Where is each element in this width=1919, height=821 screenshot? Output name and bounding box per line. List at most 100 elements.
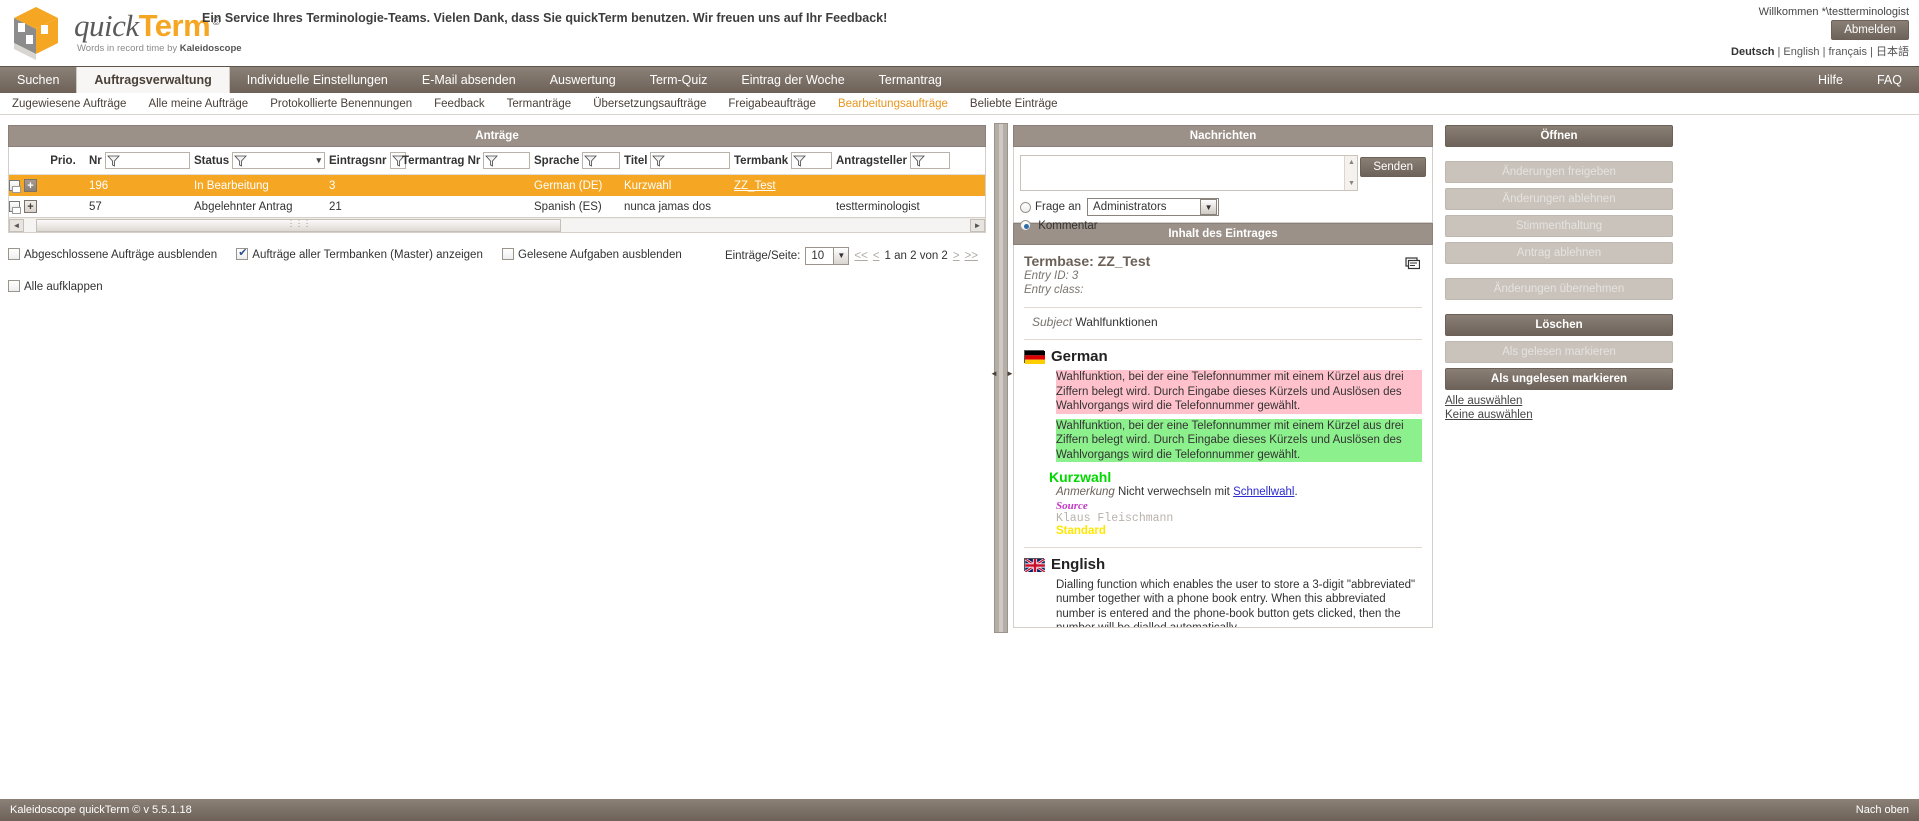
expand-plus-icon[interactable]: + xyxy=(24,179,37,192)
scrollbar-thumb[interactable] xyxy=(36,218,561,232)
save-icon[interactable] xyxy=(9,201,21,214)
cell-titel: nunca jamas dos xyxy=(624,196,734,217)
radio-frage-an[interactable] xyxy=(1020,201,1031,213)
note-link-german[interactable]: Schnellwahl xyxy=(1233,486,1294,498)
kommentar-row[interactable]: Kommentar xyxy=(1020,220,1426,232)
scrollbar-track[interactable] xyxy=(24,218,970,232)
option-show-all-termbanks[interactable]: Aufträge aller Termbanken (Master) anzei… xyxy=(236,246,486,261)
row-actions[interactable]: +_ xyxy=(9,196,41,217)
scroll-right-arrow-icon[interactable]: ► xyxy=(970,218,985,232)
pager-first[interactable]: << xyxy=(854,250,867,262)
nav-item-auftragsverwaltung[interactable]: Auftragsverwaltung xyxy=(76,67,230,93)
nav-item-term-quiz[interactable]: Term-Quiz xyxy=(633,67,725,93)
chevron-down-icon[interactable]: ▼ xyxy=(833,248,849,264)
col-termantrag-nr-filter-input[interactable] xyxy=(483,152,530,169)
mark-as-unread-button[interactable]: Als ungelesen markieren xyxy=(1445,368,1673,390)
col-nr-filter-input[interactable] xyxy=(104,152,190,169)
subnav-item-bearbeitungsauftraege[interactable]: Bearbeitungsaufträge xyxy=(838,98,948,110)
nav-item-faq[interactable]: FAQ xyxy=(1860,67,1919,93)
service-message: Ein Service Ihres Terminologie-Teams. Vi… xyxy=(202,11,888,25)
splitter-collapse-left-icon[interactable]: ◄ xyxy=(990,369,998,378)
option-hide-read-tasks[interactable]: Gelesene Aufgaben ausblenden xyxy=(502,248,682,261)
col-sprache-filter-input[interactable] xyxy=(582,152,620,169)
termbank-link[interactable]: ZZ_Test xyxy=(734,180,776,192)
select-all-link[interactable]: Alle auswählen xyxy=(1445,395,1910,407)
row-actions[interactable]: +_ xyxy=(9,174,41,196)
textarea-scrollbar[interactable]: ▲ ▼ xyxy=(1344,156,1357,190)
open-button[interactable]: Öffnen xyxy=(1445,125,1673,147)
footer-back-to-top[interactable]: Nach oben xyxy=(1856,799,1909,821)
col-termantrag-nr-label: Termantrag Nr xyxy=(402,154,481,167)
checkbox-expand-all[interactable] xyxy=(8,280,20,292)
filter-funnel-icon[interactable] xyxy=(485,154,499,167)
scroll-up-arrow-icon[interactable]: ▲ xyxy=(1346,157,1357,168)
language-link-english[interactable]: English xyxy=(1783,46,1819,58)
language-link-deutsch[interactable]: Deutsch xyxy=(1731,46,1774,58)
send-button[interactable]: Senden xyxy=(1360,157,1426,177)
scroll-left-arrow-icon[interactable]: ◄ xyxy=(9,218,24,232)
subnav-item-termantraege[interactable]: Termanträge xyxy=(507,98,572,110)
nav-item-hilfe[interactable]: Hilfe xyxy=(1801,67,1860,93)
option-expand-all[interactable]: Alle aufklappen xyxy=(8,280,103,293)
filter-funnel-icon[interactable] xyxy=(234,154,248,167)
chevron-down-icon[interactable]: ▼ xyxy=(1200,199,1218,215)
filter-funnel-icon[interactable] xyxy=(793,154,807,167)
filter-funnel-icon[interactable] xyxy=(106,154,120,167)
page-size-select[interactable]: 10 ▼ xyxy=(805,247,850,265)
col-antragsteller-filter-input[interactable] xyxy=(909,152,950,169)
select-none-link[interactable]: Keine auswählen xyxy=(1445,409,1910,421)
radio-kommentar[interactable] xyxy=(1020,220,1031,231)
col-status-filter-select[interactable]: ▾ xyxy=(232,152,325,169)
note-text-after-german: . xyxy=(1294,486,1298,498)
pagination[interactable]: Einträge/Seite: 10 ▼ << < 1 an 2 von 2 >… xyxy=(725,247,978,265)
subnav-item-alle-meine-auftraege[interactable]: Alle meine Aufträge xyxy=(148,98,248,110)
comment-note-icon[interactable] xyxy=(1405,257,1421,275)
nav-item-termantrag[interactable]: Termantrag xyxy=(862,67,959,93)
pager-next[interactable]: > xyxy=(953,250,960,262)
col-termbank-filter-input[interactable] xyxy=(791,152,832,169)
delete-button[interactable]: Löschen xyxy=(1445,314,1673,336)
filter-funnel-icon[interactable] xyxy=(652,154,666,167)
nav-item-eintrag-der-woche[interactable]: Eintrag der Woche xyxy=(724,67,861,93)
checkbox-show-all-termbanks[interactable] xyxy=(236,246,249,260)
subnav-item-beliebte-eintraege[interactable]: Beliebte Einträge xyxy=(970,98,1058,110)
subnav-item-zugewiesene-auftraege[interactable]: Zugewiesene Aufträge xyxy=(12,98,126,110)
language-link-japanese[interactable]: 日本語 xyxy=(1876,46,1909,58)
divider xyxy=(1024,307,1422,308)
main-navigation[interactable]: Suchen Auftragsverwaltung Individuelle E… xyxy=(0,66,1919,93)
table-row[interactable]: +_ 57 Abgelehnter Antrag 21 Spanish (ES)… xyxy=(9,196,985,217)
option-hide-completed[interactable]: Abgeschlossene Aufträge ausblenden xyxy=(8,248,220,261)
nav-item-individuelle-einstellungen[interactable]: Individuelle Einstellungen xyxy=(230,67,405,93)
pager-last[interactable]: >> xyxy=(965,250,978,262)
subnav-item-protokollierte-benennungen[interactable]: Protokollierte Benennungen xyxy=(270,98,412,110)
sub-navigation[interactable]: Zugewiesene Aufträge Alle meine Aufträge… xyxy=(0,93,1919,115)
save-icon[interactable] xyxy=(9,180,21,193)
table-row[interactable]: +_ 196 In Bearbeitung 3 German (DE) Kurz… xyxy=(9,174,985,196)
filter-funnel-icon[interactable] xyxy=(912,154,925,167)
grid-horizontal-scrollbar[interactable]: ◄ ► xyxy=(8,218,986,233)
pager-prev[interactable]: < xyxy=(873,250,880,262)
chevron-down-icon[interactable]: ▾ xyxy=(316,155,321,166)
nav-item-email-absenden[interactable]: E-Mail absenden xyxy=(405,67,533,93)
cell-sprache: Spanish (ES) xyxy=(534,196,624,217)
frage-an-row[interactable]: Frage an Administrators ▼ xyxy=(1020,198,1426,216)
message-textarea[interactable]: ▲ ▼ xyxy=(1020,155,1358,191)
pane-splitter[interactable]: ◄ ► xyxy=(990,123,1014,633)
subnav-item-uebersetzungsauftraege[interactable]: Übersetzungsaufträge xyxy=(593,98,706,110)
language-switcher[interactable]: Deutsch | English | français | 日本語 xyxy=(1731,43,1909,59)
scroll-down-arrow-icon[interactable]: ▼ xyxy=(1346,178,1357,189)
nav-item-suchen[interactable]: Suchen xyxy=(0,67,76,93)
checkbox-hide-completed[interactable] xyxy=(8,248,20,260)
subnav-item-freigabeauftraege[interactable]: Freigabeaufträge xyxy=(728,98,816,110)
expand-plus-icon[interactable]: + xyxy=(24,200,37,213)
language-link-francais[interactable]: français xyxy=(1828,46,1867,58)
nav-item-auswertung[interactable]: Auswertung xyxy=(533,67,633,93)
checkbox-hide-read-tasks[interactable] xyxy=(502,248,515,260)
frage-an-select[interactable]: Administrators ▼ xyxy=(1087,198,1220,216)
subnav-item-feedback[interactable]: Feedback xyxy=(434,98,485,110)
cell-termbank[interactable]: ZZ_Test xyxy=(734,174,836,196)
col-titel-filter-input[interactable] xyxy=(650,152,730,169)
back-to-top-link[interactable]: Nach oben xyxy=(1856,804,1909,816)
filter-funnel-icon[interactable] xyxy=(584,154,598,167)
logout-button[interactable]: Abmelden xyxy=(1831,20,1909,40)
